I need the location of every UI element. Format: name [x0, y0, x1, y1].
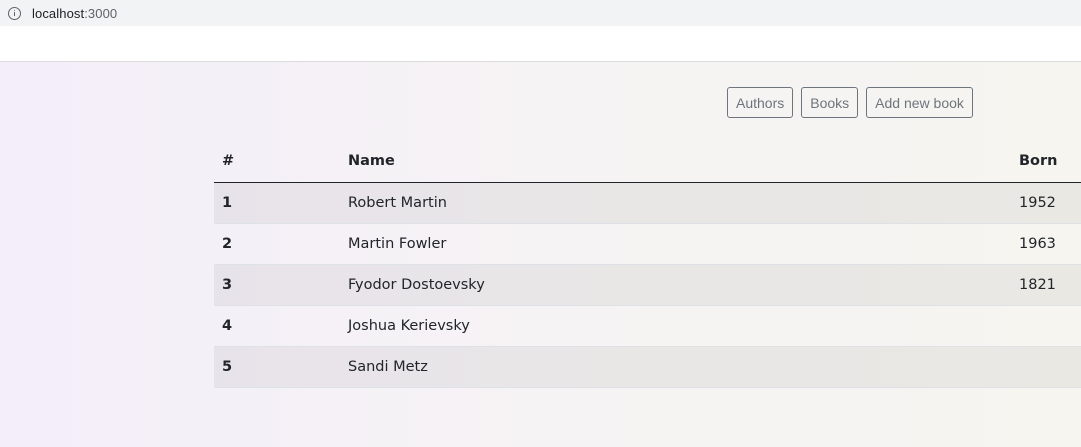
info-icon[interactable]: [8, 6, 21, 20]
cell-born: [1019, 305, 1081, 347]
cell-number: 2: [214, 223, 348, 265]
cell-name: Martin Fowler: [348, 223, 1019, 265]
header-born: Born: [1019, 141, 1081, 183]
header-name: Name: [348, 141, 1019, 183]
add-new-book-button[interactable]: Add new book: [866, 87, 973, 118]
url-port: :3000: [84, 5, 118, 21]
authors-button[interactable]: Authors: [727, 87, 794, 118]
cell-born: 1821: [1019, 264, 1081, 306]
cell-number: 5: [214, 346, 348, 388]
cell-born: [1019, 346, 1081, 388]
authors-table: # Name Born 1 Robert Martin 1952 2 Marti…: [214, 141, 1081, 388]
url-text[interactable]: localhost:3000: [32, 6, 117, 21]
table-row: 1 Robert Martin 1952: [214, 182, 1081, 224]
nav-buttons: Authors Books Add new book: [727, 87, 973, 118]
table-header-row: # Name Born: [214, 141, 1081, 183]
table-row: 2 Martin Fowler 1963: [214, 223, 1081, 265]
table-row: 5 Sandi Metz: [214, 346, 1081, 388]
table-row: 4 Joshua Kerievsky: [214, 305, 1081, 347]
cell-number: 3: [214, 264, 348, 306]
cell-born: 1952: [1019, 182, 1081, 224]
cell-number: 4: [214, 305, 348, 347]
cell-name: Joshua Kerievsky: [348, 305, 1019, 347]
cell-number: 1: [214, 182, 348, 224]
cell-name: Fyodor Dostoevsky: [348, 264, 1019, 306]
url-host: localhost: [32, 5, 85, 21]
cell-name: Sandi Metz: [348, 346, 1019, 388]
books-button[interactable]: Books: [801, 87, 859, 118]
table-row: 3 Fyodor Dostoevsky 1821: [214, 264, 1081, 306]
header-number: #: [214, 141, 348, 183]
address-bar[interactable]: localhost:3000: [0, 0, 1081, 26]
cell-name: Robert Martin: [348, 182, 1019, 224]
page-content: Authors Books Add new book # Name Born 1…: [0, 62, 1081, 447]
browser-toolbar-area: [0, 26, 1081, 62]
cell-born: 1963: [1019, 223, 1081, 265]
